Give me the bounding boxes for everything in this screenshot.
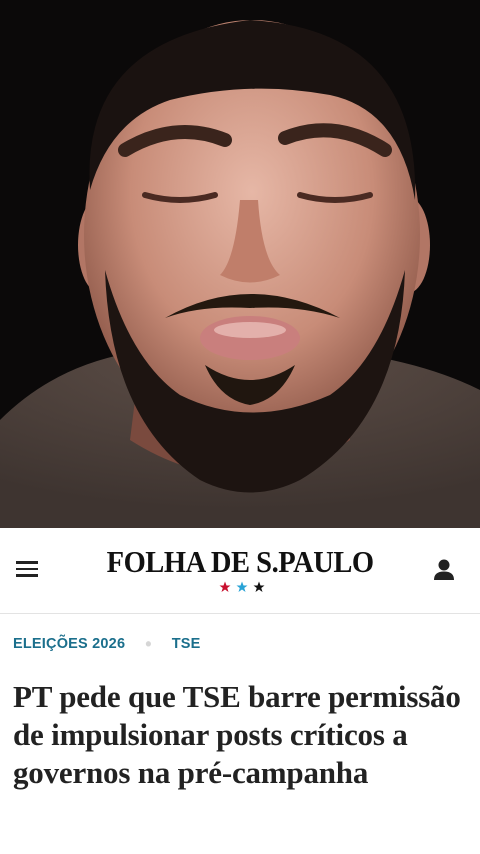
article-headline: PT pede que TSE barre permissão de impul… xyxy=(13,679,461,790)
logo-wordmark: FOLHA DE S.PAULO xyxy=(106,544,374,579)
video-frame[interactable] xyxy=(0,0,480,528)
tag-tse[interactable]: TSE xyxy=(172,636,201,652)
black-star-icon xyxy=(253,581,265,592)
site-header: FOLHA DE S.PAULO xyxy=(0,528,480,614)
tag-eleicoes-2026[interactable]: ELEIÇÕES 2026 xyxy=(13,636,125,652)
blue-star-icon xyxy=(236,581,248,592)
logo-stars xyxy=(4,581,480,593)
folha-logo[interactable]: FOLHA DE S.PAULO xyxy=(0,545,480,593)
person-video-image xyxy=(0,0,480,528)
red-star-icon xyxy=(219,581,231,592)
user-account-icon[interactable] xyxy=(430,556,458,584)
article-header: ELEIÇÕES 2026 • TSE PT pede que TSE barr… xyxy=(0,614,480,792)
article-tags: ELEIÇÕES 2026 • TSE xyxy=(13,614,467,660)
tag-separator-dot: • xyxy=(145,634,152,654)
